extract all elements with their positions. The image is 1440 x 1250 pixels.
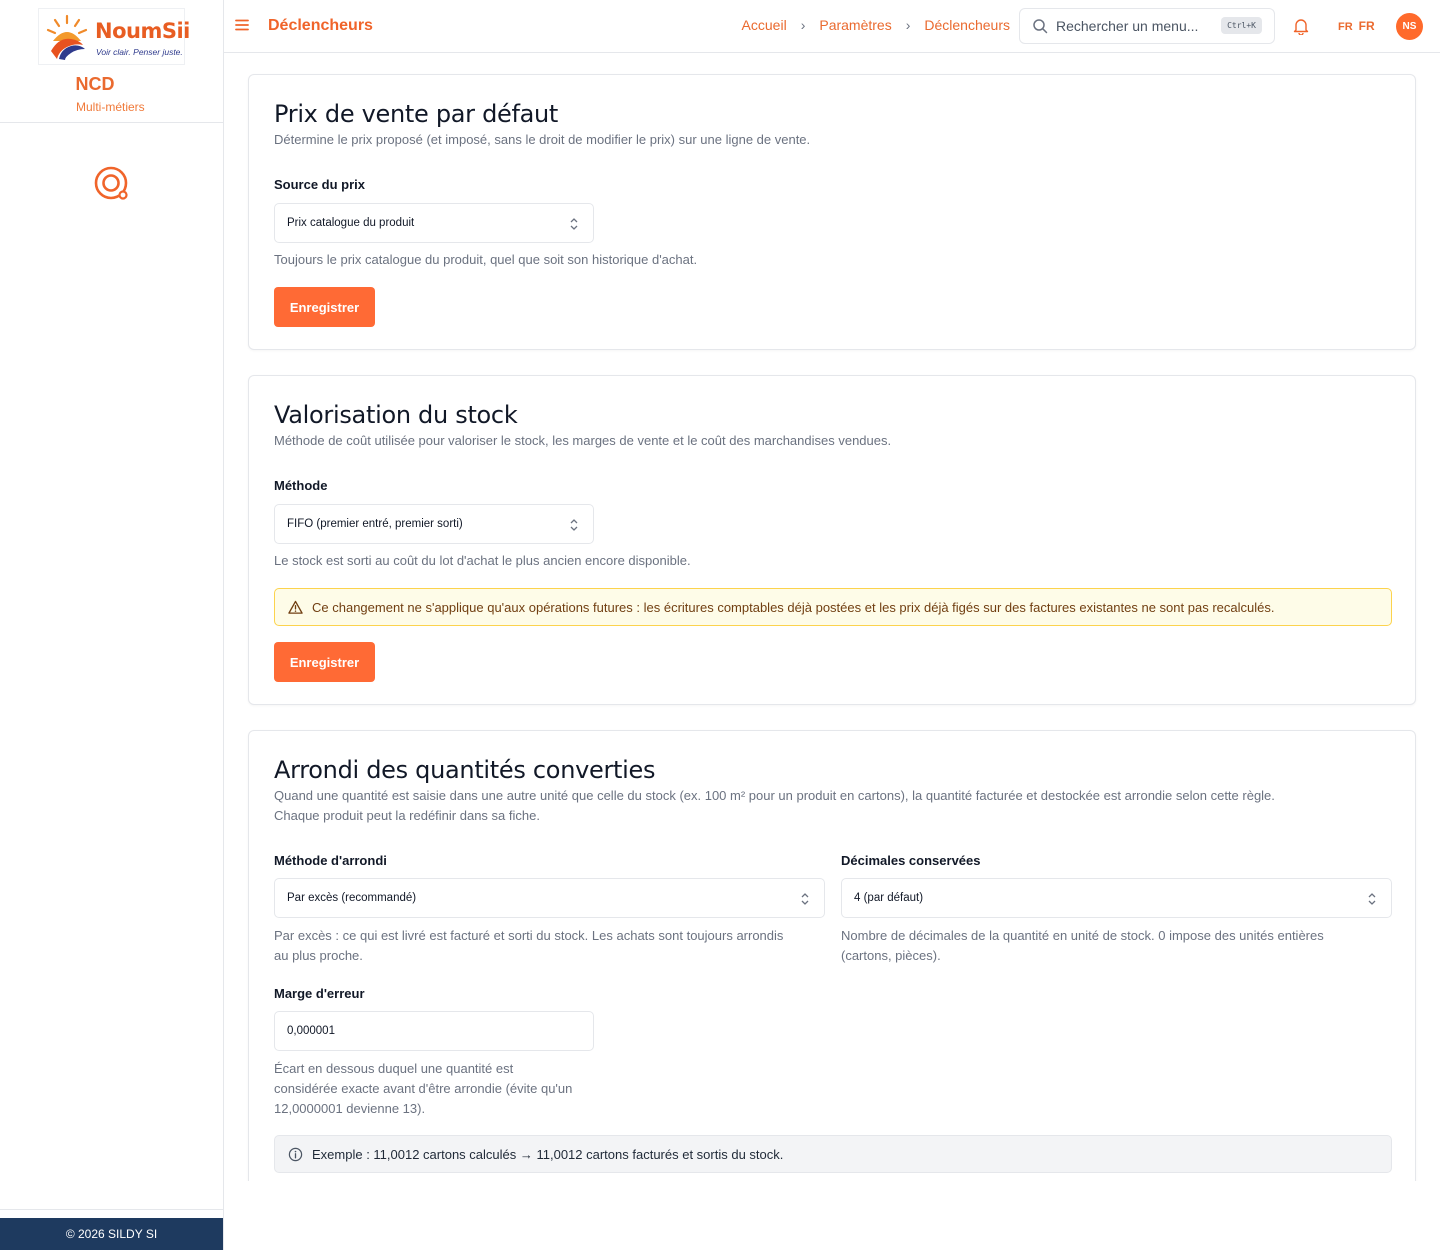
rounding-method-hint-line-2: au plus proche. <box>274 948 363 963</box>
valuation-method-label: Méthode <box>274 478 328 493</box>
logo-tagline: Voir clair. Penser juste. <box>96 47 183 57</box>
price-source-label: Source du prix <box>274 177 366 192</box>
card-description: Méthode de coût utilisée pour valoriser … <box>274 433 892 448</box>
sidebar: NoumSii Voir clair. Penser juste. NCD Mu… <box>0 0 224 1250</box>
decimals-value: 4 (par défaut) <box>854 892 924 904</box>
chevron-up-down-icon <box>570 218 578 230</box>
chevron-right-icon: › <box>800 17 806 33</box>
rounding-example-box: Exemple : 11,0012 cartons calculés → 11,… <box>274 1135 1392 1173</box>
decimals-select[interactable]: 4 (par défaut) <box>841 878 1392 918</box>
error-margin-hint-line-3: 12,0000001 devienne 13). <box>274 1101 426 1116</box>
target-icon[interactable] <box>93 165 131 203</box>
search-placeholder: Rechercher un menu... <box>1056 18 1199 34</box>
error-margin-hint-line-2: considérée exacte avant d'être arrondie … <box>274 1081 573 1096</box>
valuation-method-select[interactable]: FIFO (premier entré, premier sorti) <box>274 504 594 544</box>
sidebar-divider <box>0 122 223 123</box>
chevron-up-down-icon <box>1368 893 1376 905</box>
error-margin-label: Marge d'erreur <box>274 986 365 1001</box>
breadcrumb-settings[interactable]: Paramètres <box>819 17 891 33</box>
error-margin-hint-line-1: Écart en dessous duquel une quantité est <box>274 1061 514 1076</box>
info-circle-icon <box>288 1147 303 1162</box>
price-source-select[interactable]: Prix catalogue du produit <box>274 203 594 243</box>
user-avatar[interactable]: NS <box>1396 13 1423 40</box>
future-operations-warning: Ce changement ne s'applique qu'aux opéra… <box>274 588 1392 626</box>
rounding-method-value: Par excès (recommandé) <box>287 892 417 904</box>
copyright-footer: © 2026 SILDY SI <box>0 1218 223 1250</box>
price-source-value: Prix catalogue du produit <box>287 217 415 229</box>
top-bar: Déclencheurs Accueil › Paramètres › Décl… <box>224 0 1440 53</box>
bell-icon[interactable] <box>1293 17 1309 35</box>
organization-subtitle: Multi-métiers <box>76 100 145 114</box>
card-title: Arrondi des quantités converties <box>274 756 656 784</box>
card-title: Valorisation du stock <box>274 401 518 429</box>
warning-text: Ce changement ne s'applique qu'aux opéra… <box>312 600 1275 615</box>
chevron-right-icon: › <box>905 17 911 33</box>
menu-search-input[interactable]: Rechercher un menu... Ctrl+K <box>1019 8 1275 44</box>
settings-content: Prix de vente par défaut Détermine le pr… <box>224 54 1440 1181</box>
chevron-up-down-icon <box>801 893 809 905</box>
decimals-hint-line-2: (cartons, pièces). <box>841 948 941 963</box>
valuation-method-value: FIFO (premier entré, premier sorti) <box>287 518 463 530</box>
card-description-line-2: Chaque produit peut la redéfinir dans sa… <box>274 808 540 823</box>
logo-sun-icon <box>46 14 88 60</box>
stock-valuation-card: Valorisation du stock Méthode de coût ut… <box>248 375 1416 705</box>
search-shortcut-badge: Ctrl+K <box>1221 17 1262 34</box>
rounding-method-hint-line-1: Par excès : ce qui est livré est facturé… <box>274 928 784 943</box>
rounding-example-text: Exemple : 11,0012 cartons calculés → 11,… <box>312 1147 784 1162</box>
language-code: FR <box>1358 19 1375 33</box>
sidebar-footer-divider <box>0 1209 223 1210</box>
logo-wordmark: NoumSii <box>95 19 190 43</box>
card-description-line-1: Quand une quantité est saisie dans une a… <box>274 788 1275 803</box>
brand-logo[interactable]: NoumSii Voir clair. Penser juste. <box>38 8 190 65</box>
rounding-method-select[interactable]: Par excès (recommandé) <box>274 878 825 918</box>
breadcrumb: Accueil › Paramètres › Déclencheurs <box>742 17 1010 33</box>
hamburger-icon[interactable] <box>234 17 250 33</box>
warning-triangle-icon <box>288 600 303 614</box>
chevron-up-down-icon <box>570 519 578 531</box>
card-description: Détermine le prix proposé (et imposé, sa… <box>274 132 811 147</box>
valuation-method-hint: Le stock est sorti au coût du lot d'acha… <box>274 553 691 568</box>
decimals-label: Décimales conservées <box>841 853 981 868</box>
default-price-card: Prix de vente par défaut Détermine le pr… <box>248 74 1416 350</box>
language-selector[interactable]: FR FR <box>1338 19 1375 33</box>
decimals-hint-line-1: Nombre de décimales de la quantité en un… <box>841 928 1324 943</box>
save-price-button[interactable]: Enregistrer <box>274 287 375 327</box>
search-icon <box>1033 19 1048 34</box>
rounding-method-label: Méthode d'arrondi <box>274 853 387 868</box>
quantity-rounding-card: Arrondi des quantités converties Quand u… <box>248 730 1416 1181</box>
price-source-hint: Toujours le prix catalogue du produit, q… <box>274 252 698 267</box>
save-valuation-button[interactable]: Enregistrer <box>274 642 375 682</box>
breadcrumb-home[interactable]: Accueil <box>742 17 787 33</box>
organization-name: NCD <box>75 74 115 94</box>
page-title: Déclencheurs <box>268 17 373 34</box>
breadcrumb-current[interactable]: Déclencheurs <box>924 17 1010 33</box>
language-code-flag: FR <box>1338 21 1353 33</box>
card-title: Prix de vente par défaut <box>274 100 559 128</box>
error-margin-input[interactable] <box>274 1011 594 1051</box>
